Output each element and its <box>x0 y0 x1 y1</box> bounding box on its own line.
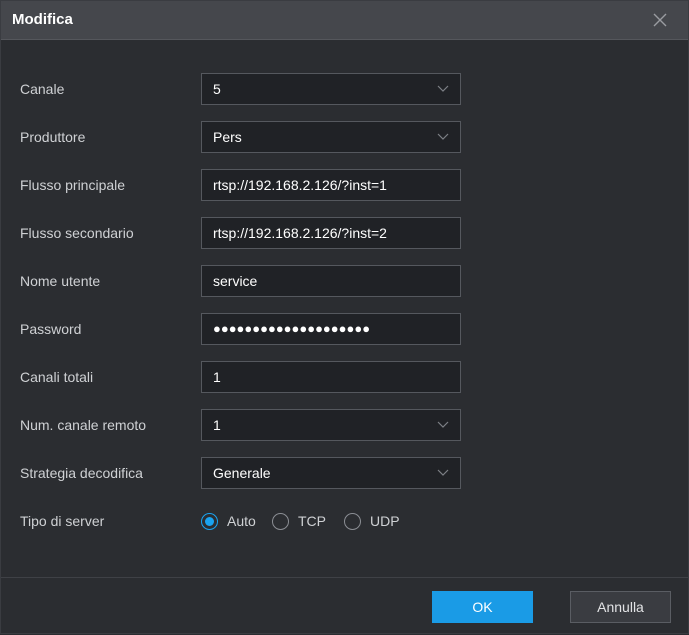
radio-tcp-indicator[interactable] <box>272 512 289 530</box>
produttore-value: Pers <box>213 129 242 145</box>
dialog-title: Modifica <box>12 11 73 28</box>
canali-totali-input[interactable]: 1 <box>201 361 461 393</box>
ok-button[interactable]: OK <box>432 591 533 623</box>
edit-dialog: Modifica Canale 5 Produttore Pers Flusso… <box>0 0 689 634</box>
strategia-decodifica-label: Strategia decodifica <box>20 465 143 481</box>
radio-auto[interactable]: Auto <box>201 505 256 537</box>
flusso-secondario-label: Flusso secondario <box>20 225 134 241</box>
flusso-principale-label: Flusso principale <box>20 177 126 193</box>
flusso-secondario-input[interactable]: rtsp://192.168.2.126/?inst=2 <box>201 217 461 249</box>
chevron-down-icon <box>437 85 449 92</box>
canali-totali-label: Canali totali <box>20 369 94 385</box>
chevron-down-icon <box>437 421 449 428</box>
row-strategia-decodifica: Strategia decodifica Generale <box>1 457 688 489</box>
num-canale-remoto-select[interactable]: 1 <box>201 409 461 441</box>
row-flusso-principale: Flusso principale rtsp://192.168.2.126/?… <box>1 169 688 201</box>
flusso-principale-input[interactable]: rtsp://192.168.2.126/?inst=1 <box>201 169 461 201</box>
canale-label: Canale <box>20 81 65 97</box>
tipo-server-label: Tipo di server <box>20 513 105 529</box>
radio-auto-label: Auto <box>227 513 256 529</box>
nome-utente-input[interactable]: service <box>201 265 461 297</box>
row-password: Password ●●●●●●●●●●●●●●●●●●●● <box>1 313 688 345</box>
row-flusso-secondario: Flusso secondario rtsp://192.168.2.126/?… <box>1 217 688 249</box>
row-canale: Canale 5 <box>1 73 688 105</box>
radio-tcp-label: TCP <box>298 513 326 529</box>
radio-udp-indicator[interactable] <box>344 512 361 530</box>
row-produttore: Produttore Pers <box>1 121 688 153</box>
row-nome-utente: Nome utente service <box>1 265 688 297</box>
nome-utente-label: Nome utente <box>20 273 101 289</box>
chevron-down-icon <box>437 469 449 476</box>
canale-value: 5 <box>213 81 221 97</box>
password-input[interactable]: ●●●●●●●●●●●●●●●●●●●● <box>201 313 461 345</box>
canale-select[interactable]: 5 <box>201 73 461 105</box>
radio-auto-indicator[interactable] <box>201 512 218 530</box>
produttore-label: Produttore <box>20 129 86 145</box>
radio-tcp[interactable]: TCP <box>272 505 326 537</box>
cancel-button[interactable]: Annulla <box>570 591 671 623</box>
num-canale-remoto-label: Num. canale remoto <box>20 417 147 433</box>
radio-udp[interactable]: UDP <box>344 505 400 537</box>
row-canali-totali: Canali totali 1 <box>1 361 688 393</box>
dialog-titlebar: Modifica <box>1 1 688 40</box>
password-label: Password <box>20 321 82 337</box>
strategia-decodifica-select[interactable]: Generale <box>201 457 461 489</box>
produttore-select[interactable]: Pers <box>201 121 461 153</box>
chevron-down-icon <box>437 133 449 140</box>
row-tipo-server: Tipo di server Auto TCP UDP <box>1 505 688 537</box>
radio-udp-label: UDP <box>370 513 400 529</box>
strategia-decodifica-value: Generale <box>213 465 271 481</box>
row-num-canale-remoto: Num. canale remoto 1 <box>1 409 688 441</box>
close-icon[interactable] <box>652 12 668 28</box>
num-canale-remoto-value: 1 <box>213 417 221 433</box>
